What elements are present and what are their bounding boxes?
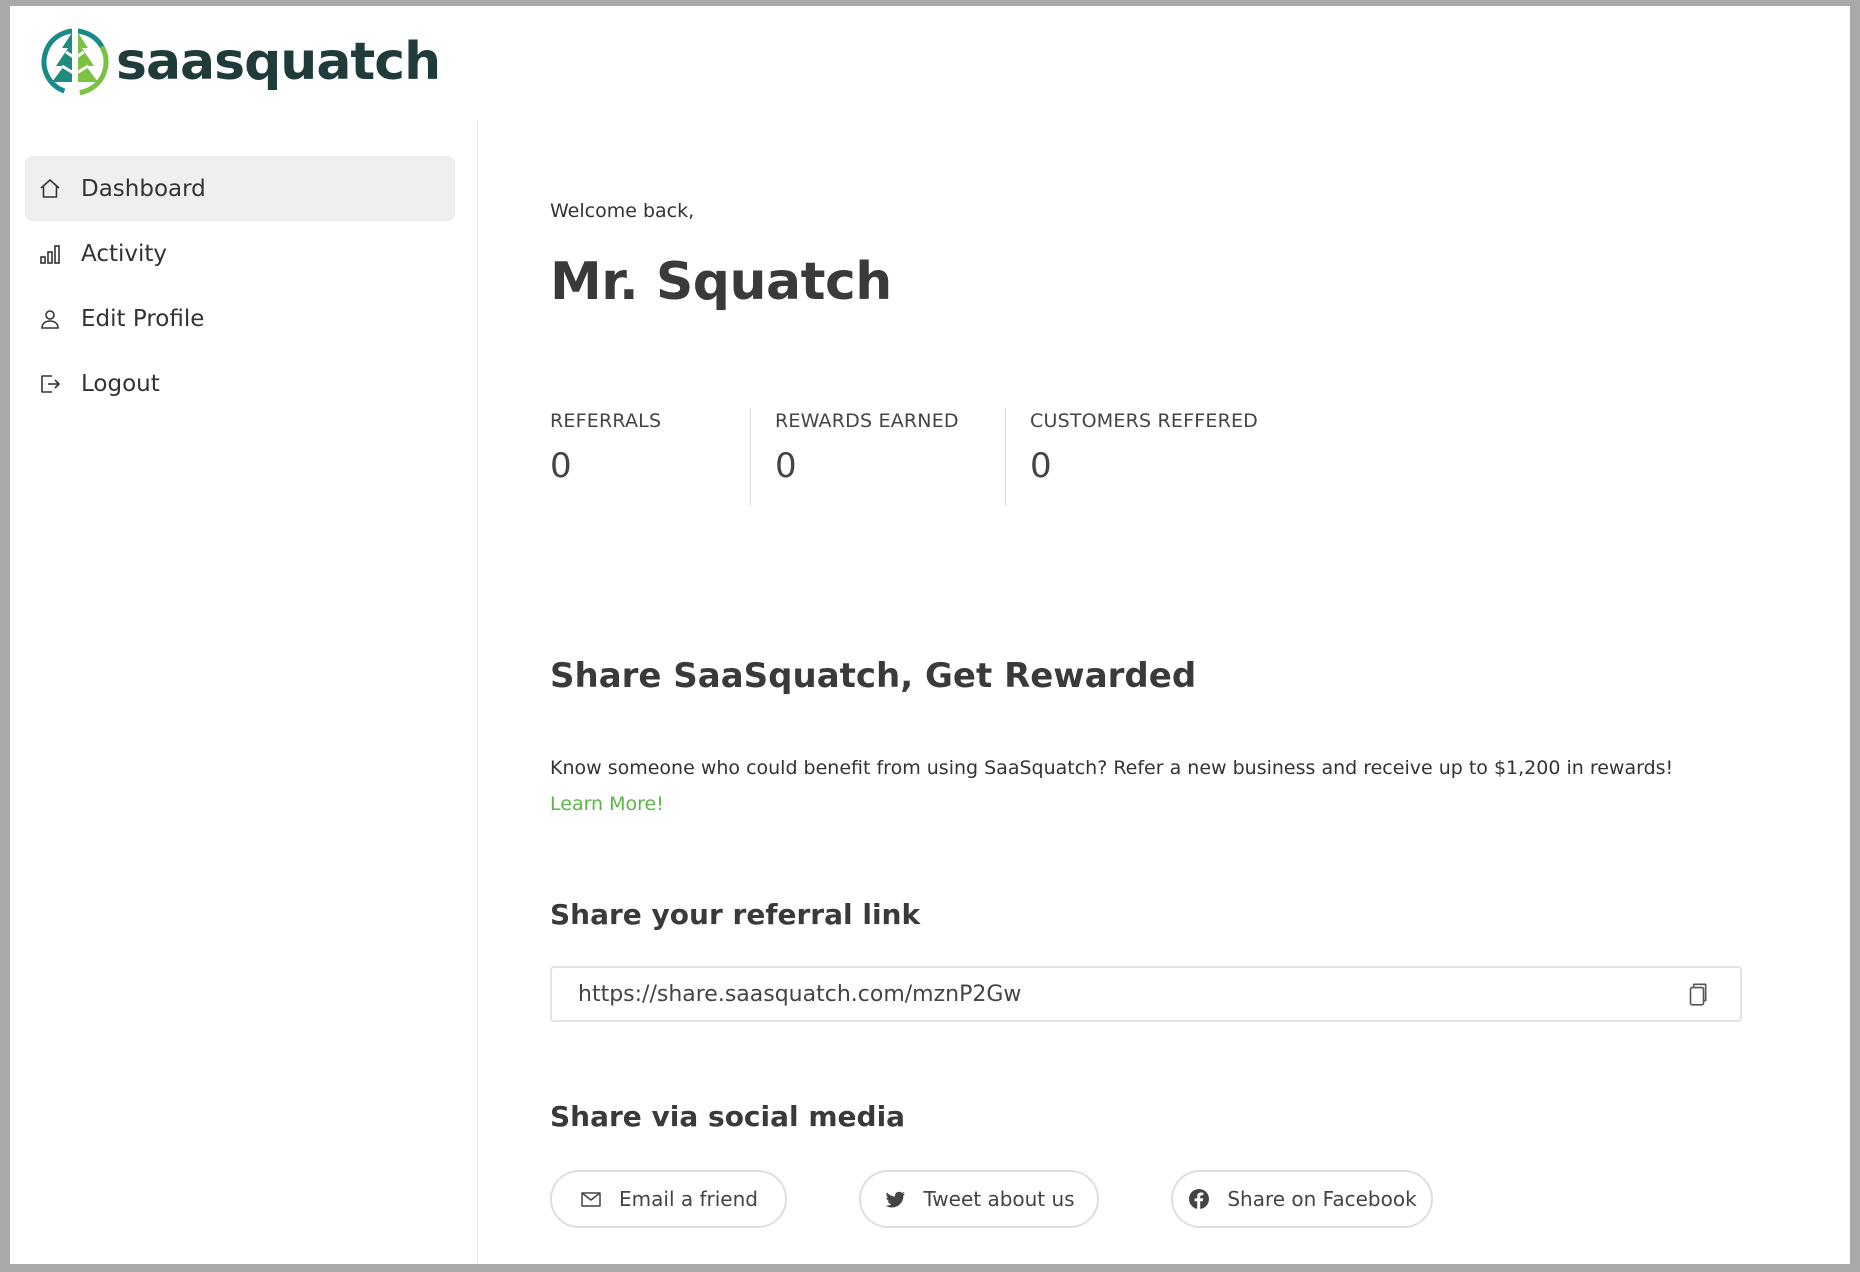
facebook-share-label: Share on Facebook <box>1227 1187 1417 1211</box>
sidebar-nav: Dashboard Activity Edit Profile Logout <box>25 156 455 416</box>
stat-label: CUSTOMERS REFFERED <box>1030 410 1259 432</box>
facebook-share-button[interactable]: Share on Facebook <box>1171 1170 1433 1228</box>
sidebar: Dashboard Activity Edit Profile Logout <box>10 120 478 1264</box>
sidebar-item-dashboard[interactable]: Dashboard <box>25 156 455 221</box>
twitter-icon <box>886 1191 906 1208</box>
brand-name: saasquatch <box>116 32 441 92</box>
stat-value: 0 <box>1030 446 1052 486</box>
sidebar-item-label: Logout <box>81 370 160 397</box>
sidebar-item-label: Dashboard <box>81 175 206 202</box>
user-icon <box>37 306 63 332</box>
sidebar-item-label: Edit Profile <box>81 305 205 332</box>
stat-label: REWARDS EARNED <box>775 410 959 432</box>
stat-value: 0 <box>550 446 572 486</box>
learn-more-link[interactable]: Learn More! <box>550 793 664 815</box>
welcome-text: Welcome back, <box>550 200 695 222</box>
brand-logo[interactable]: saasquatch <box>40 22 441 102</box>
bar-chart-icon <box>37 241 63 267</box>
envelope-icon <box>581 1192 601 1207</box>
logout-icon <box>37 371 63 397</box>
stat-value: 0 <box>775 446 797 486</box>
tweet-label: Tweet about us <box>923 1187 1075 1211</box>
home-icon <box>37 176 63 202</box>
share-description: Know someone who could benefit from usin… <box>550 750 1720 822</box>
sidebar-item-edit-profile[interactable]: Edit Profile <box>25 286 455 351</box>
stat-referrals: REFERRALS 0 <box>550 408 750 506</box>
sidebar-item-logout[interactable]: Logout <box>25 351 455 416</box>
saasquatch-tree-icon <box>40 22 110 102</box>
copy-icon[interactable] <box>1684 981 1710 1007</box>
share-description-text: Know someone who could benefit from usin… <box>550 757 1674 779</box>
referral-link-field <box>550 966 1742 1022</box>
stat-customers-referred: CUSTOMERS REFFERED 0 <box>1005 408 1320 506</box>
email-friend-button[interactable]: Email a friend <box>550 1170 787 1228</box>
stat-label: REFERRALS <box>550 410 662 432</box>
user-name: Mr. Squatch <box>550 252 892 312</box>
app-window: saasquatch Dashboard Activity Edit Profi… <box>10 6 1850 1264</box>
main-content: Welcome back, Mr. Squatch REFERRALS 0 RE… <box>550 120 1850 1264</box>
share-title: Share SaaSquatch, Get Rewarded <box>550 656 1197 696</box>
stats-row: REFERRALS 0 REWARDS EARNED 0 CUSTOMERS R… <box>550 408 1320 506</box>
sidebar-item-label: Activity <box>81 240 168 267</box>
referral-link-title: Share your referral link <box>550 898 921 931</box>
sidebar-item-activity[interactable]: Activity <box>25 221 455 286</box>
social-buttons: Email a friend Tweet about us Share on F… <box>550 1170 1505 1228</box>
social-title: Share via social media <box>550 1100 906 1133</box>
tweet-button[interactable]: Tweet about us <box>859 1170 1099 1228</box>
referral-link-input[interactable] <box>576 980 1684 1008</box>
facebook-icon <box>1189 1189 1210 1209</box>
email-friend-label: Email a friend <box>619 1187 758 1211</box>
stat-rewards-earned: REWARDS EARNED 0 <box>750 408 1005 506</box>
